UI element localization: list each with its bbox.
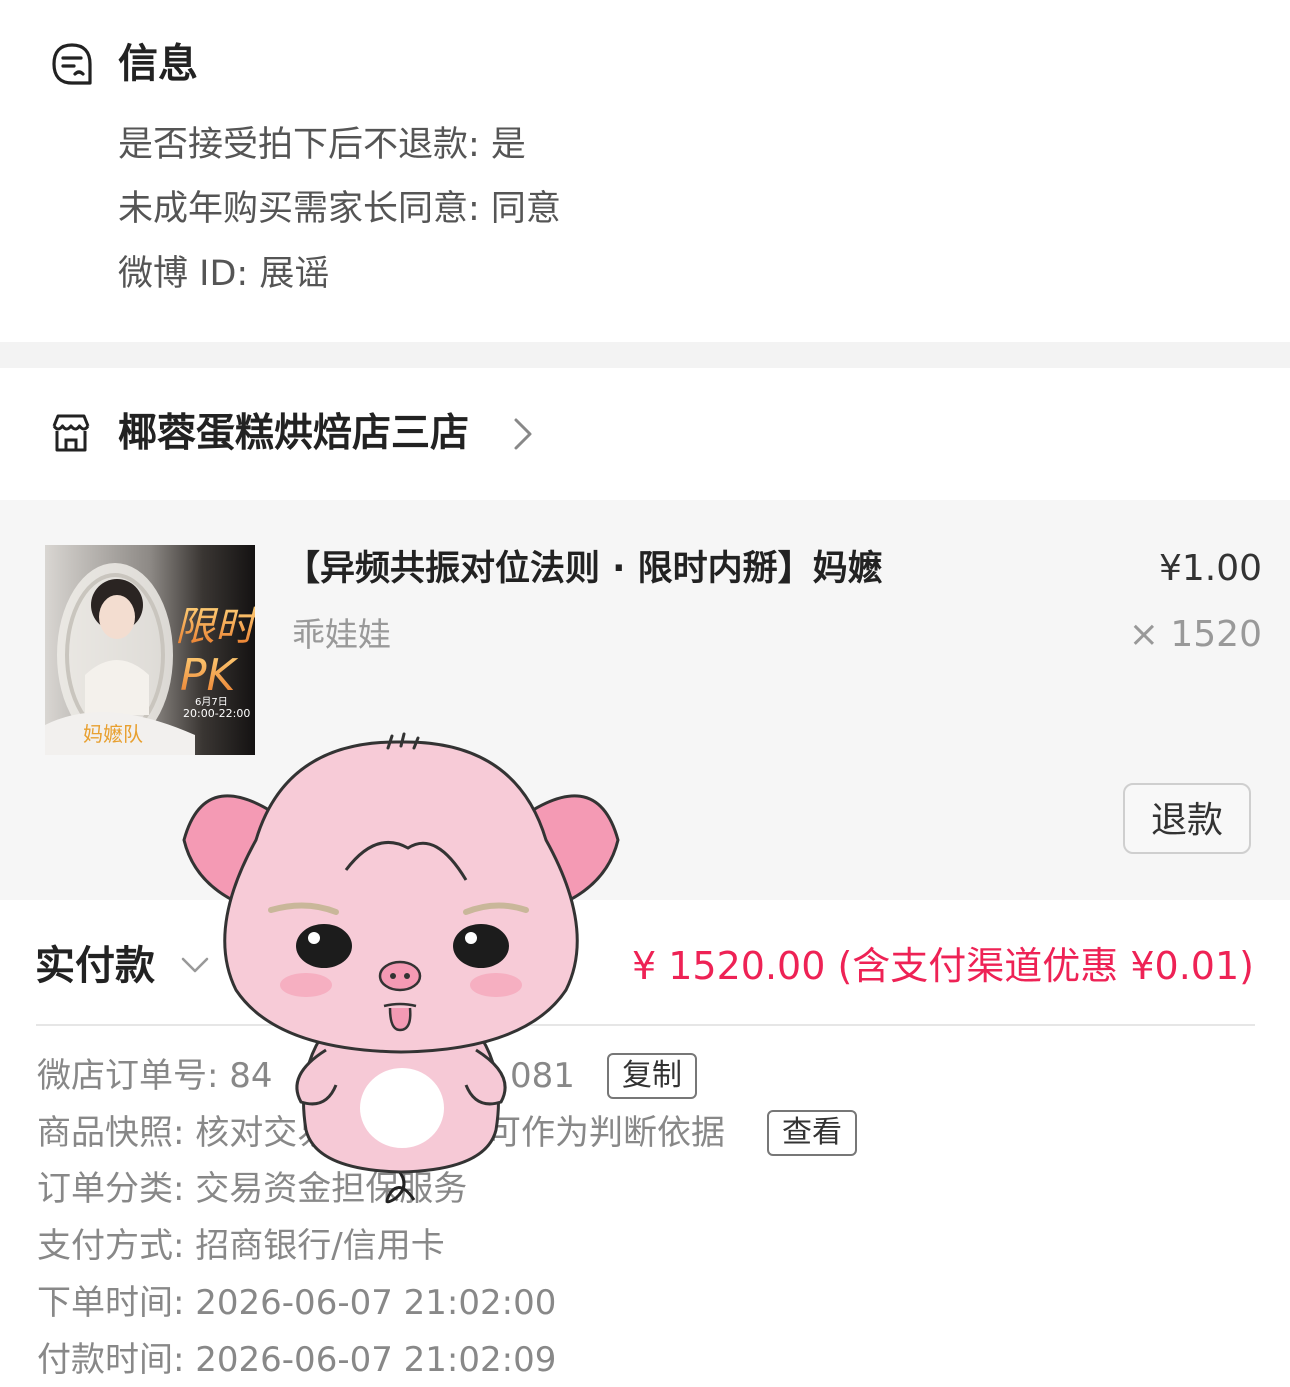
order-time: 下单时间: 2026-06-07 21:02:00 [37,1283,557,1323]
payment-method: 支付方式: 招商银行/信用卡 [37,1226,445,1266]
info-title: 信息 [118,41,198,87]
thumb-text-team: 妈嬷队 [83,722,143,746]
thumb-text-time: 20:00-22:00 [183,707,250,720]
shop-name[interactable]: 椰蓉蛋糕烘焙店三店 [118,408,469,460]
payment-time: 付款时间: 2026-06-07 21:02:09 [37,1340,557,1380]
paid-amount-label[interactable]: 实付款 [35,940,155,992]
product-title[interactable]: 【异频共振对位法则 · 限时内掰】妈嬷 [285,544,883,594]
refund-button[interactable]: 退款 [1123,783,1251,854]
product-price: ¥1.00 [1158,548,1262,589]
paid-amount-value: ¥ 1520.00 (含支付渠道优惠 ¥0.01) [632,944,1254,988]
pig-sticker [182,732,620,1204]
info-line-weibo-id: 微博 ID: 展谣 [118,254,330,294]
product-seller: 乖娃娃 [292,615,391,654]
shop-icon [52,414,90,452]
thumb-text-pk: PK [180,650,239,701]
section-divider [0,342,1290,368]
product-quantity: × 1520 [1128,614,1262,655]
thumb-text-limited: 限时 [175,604,255,650]
product-thumbnail[interactable]: 限时 PK 6月7日 20:00-22:00 妈嬷队 [45,545,255,755]
message-icon [52,43,92,85]
info-line-guardian-consent: 未成年购买需家长同意: 同意 [118,189,561,229]
chevron-right-icon[interactable] [506,412,542,456]
info-line-refund-policy: 是否接受拍下后不退款: 是 [118,125,526,165]
view-button[interactable]: 查看 [767,1110,857,1156]
